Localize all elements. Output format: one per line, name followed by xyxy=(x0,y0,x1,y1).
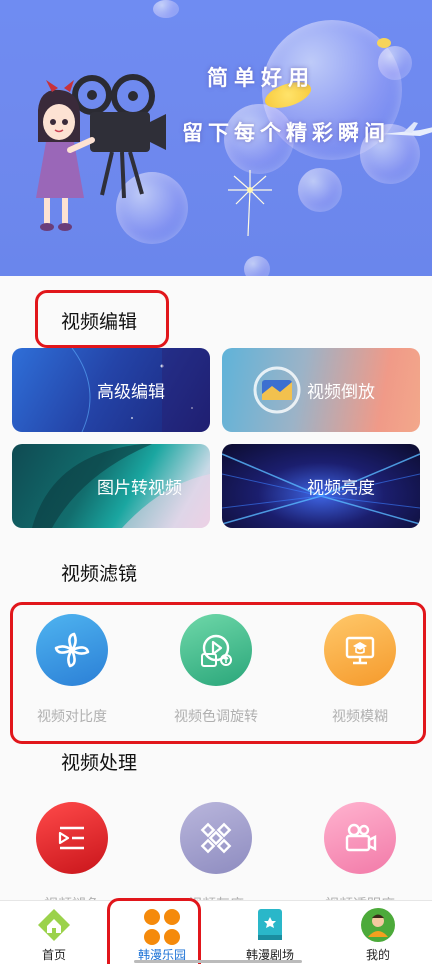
fan-icon xyxy=(36,614,108,686)
highlight-box xyxy=(107,898,201,964)
tab-hanman-theater[interactable]: 韩漫剧场 xyxy=(216,901,324,964)
filter-item-hue-rotate[interactable]: 视频色调旋转 xyxy=(144,614,288,726)
cartoon-girl-camera-illustration xyxy=(36,74,166,231)
filter-label: 视频模糊 xyxy=(332,709,388,725)
bubble-decoration xyxy=(298,168,342,212)
card-video-brightness[interactable]: 视频亮度 xyxy=(222,444,420,528)
filter-label: 视频色调旋转 xyxy=(174,709,258,725)
bubble-decoration xyxy=(244,256,270,276)
card-label: 高级编辑 xyxy=(97,382,165,403)
process-item-opacity[interactable]: 视频透明度 xyxy=(288,802,432,914)
play-list-icon xyxy=(36,802,108,874)
section-title-filter: 视频滤镜 xyxy=(61,563,138,585)
tab-label: 首页 xyxy=(41,948,66,962)
hero-banner[interactable]: 简单好用 留下每个精彩瞬间 xyxy=(0,0,432,276)
book-icon xyxy=(258,909,282,940)
filter-item-blur[interactable]: 视频模糊 xyxy=(288,614,432,726)
gray-icon xyxy=(180,802,252,874)
banner-subheadline: 留下每个精彩瞬间 xyxy=(182,121,390,145)
dandelion-decoration xyxy=(228,170,272,237)
filter-item-contrast[interactable]: 视频对比度 xyxy=(0,614,144,726)
bubble-decoration xyxy=(378,46,412,80)
video-rotate-icon xyxy=(180,614,252,686)
card-label: 图片转视频 xyxy=(97,478,182,499)
petal-decoration xyxy=(377,38,391,48)
tab-label: 我的 xyxy=(365,948,390,962)
monitor-icon xyxy=(324,614,396,686)
camera-icon xyxy=(324,802,396,874)
section-title-process: 视频处理 xyxy=(61,752,138,774)
main-content[interactable]: 视频编辑 高级编辑 视频倒放 图片转视频 视频亮度 视频滤镜 视频对比度 视频色… xyxy=(0,276,432,913)
card-advanced-edit[interactable]: 高级编辑 xyxy=(12,348,210,432)
bubble-decoration xyxy=(153,0,179,18)
highlight-box xyxy=(35,290,169,348)
bottom-tab-bar: 首页 韩漫乐园 韩漫剧场 我的 xyxy=(0,898,432,964)
card-label: 视频亮度 xyxy=(307,478,375,499)
filter-label: 视频对比度 xyxy=(37,709,107,725)
tab-home[interactable]: 首页 xyxy=(0,901,108,964)
card-image-to-video[interactable]: 图片转视频 xyxy=(12,444,210,528)
home-indicator xyxy=(134,960,302,963)
home-icon xyxy=(38,909,70,941)
avatar-icon xyxy=(361,908,395,942)
card-video-reverse[interactable]: 视频倒放 xyxy=(222,348,420,432)
tab-mine[interactable]: 我的 xyxy=(324,901,432,964)
banner-headline: 简单好用 xyxy=(207,66,315,90)
card-label: 视频倒放 xyxy=(307,382,375,403)
